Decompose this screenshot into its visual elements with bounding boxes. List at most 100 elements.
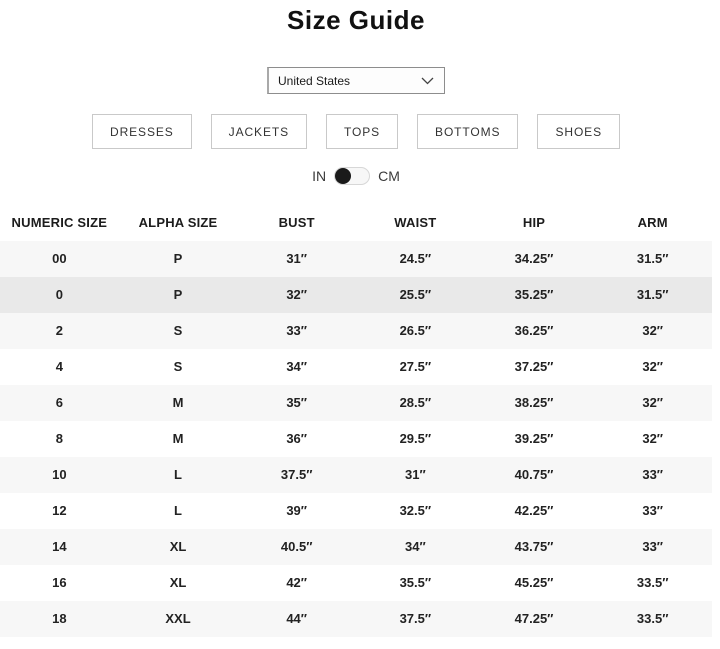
table-row[interactable]: 00P31″24.5″34.25″31.5″: [0, 241, 712, 277]
tab-bottoms[interactable]: BOTTOMS: [417, 114, 518, 149]
chevron-down-icon: [421, 77, 434, 85]
table-cell: 38.25″: [475, 385, 594, 421]
table-cell: 44″: [237, 601, 356, 637]
tab-tops[interactable]: TOPS: [326, 114, 398, 149]
table-cell: 32.5″: [356, 493, 475, 529]
table-cell: 00: [0, 241, 119, 277]
table-cell: 42.25″: [475, 493, 594, 529]
table-cell: 35″: [237, 385, 356, 421]
table-cell: 37.5″: [356, 601, 475, 637]
table-cell: 14: [0, 529, 119, 565]
unit-toggle-row: IN CM: [0, 167, 712, 185]
table-cell: 4: [0, 349, 119, 385]
table-row[interactable]: 6M35″28.5″38.25″32″: [0, 385, 712, 421]
table-cell: P: [119, 241, 238, 277]
table-cell: 10: [0, 457, 119, 493]
table-cell: 32″: [593, 349, 712, 385]
table-row[interactable]: 0P32″25.5″35.25″31.5″: [0, 277, 712, 313]
table-cell: 31″: [237, 241, 356, 277]
table-cell: L: [119, 493, 238, 529]
table-cell: XL: [119, 529, 238, 565]
tab-dresses[interactable]: DRESSES: [92, 114, 192, 149]
table-cell: 31.5″: [593, 277, 712, 313]
table-cell: 29.5″: [356, 421, 475, 457]
table-cell: 33.5″: [593, 601, 712, 637]
country-select[interactable]: United States: [267, 67, 445, 94]
table-cell: 37.25″: [475, 349, 594, 385]
table-cell: 45.25″: [475, 565, 594, 601]
table-cell: 39″: [237, 493, 356, 529]
table-cell: 33″: [593, 457, 712, 493]
table-cell: 34.25″: [475, 241, 594, 277]
table-cell: 40.5″: [237, 529, 356, 565]
table-cell: 33″: [593, 493, 712, 529]
table-cell: P: [119, 277, 238, 313]
table-cell: 33.5″: [593, 565, 712, 601]
table-cell: 39.25″: [475, 421, 594, 457]
table-cell: 12: [0, 493, 119, 529]
table-row[interactable]: 14XL40.5″34″43.75″33″: [0, 529, 712, 565]
table-cell: 35.5″: [356, 565, 475, 601]
page-title: Size Guide: [0, 0, 712, 36]
table-cell: 32″: [593, 385, 712, 421]
table-row[interactable]: 10L37.5″31″40.75″33″: [0, 457, 712, 493]
table-cell: 32″: [237, 277, 356, 313]
country-select-value: United States: [278, 74, 350, 88]
table-cell: 6: [0, 385, 119, 421]
table-cell: 28.5″: [356, 385, 475, 421]
column-header: HIP: [475, 205, 594, 241]
unit-label-cm: CM: [378, 168, 400, 184]
table-cell: 34″: [237, 349, 356, 385]
table-cell: S: [119, 349, 238, 385]
unit-toggle-switch[interactable]: [334, 167, 370, 185]
table-cell: 34″: [356, 529, 475, 565]
table-row[interactable]: 4S34″27.5″37.25″32″: [0, 349, 712, 385]
table-cell: L: [119, 457, 238, 493]
column-header: ALPHA SIZE: [119, 205, 238, 241]
table-body: 00P31″24.5″34.25″31.5″0P32″25.5″35.25″31…: [0, 241, 712, 637]
table-cell: XL: [119, 565, 238, 601]
table-cell: 32″: [593, 313, 712, 349]
size-table: NUMERIC SIZEALPHA SIZEBUSTWAISTHIPARM 00…: [0, 205, 712, 637]
table-cell: 31.5″: [593, 241, 712, 277]
table-cell: S: [119, 313, 238, 349]
table-cell: 40.75″: [475, 457, 594, 493]
table-row[interactable]: 18XXL44″37.5″47.25″33.5″: [0, 601, 712, 637]
table-cell: 33″: [593, 529, 712, 565]
table-cell: 16: [0, 565, 119, 601]
table-cell: 37.5″: [237, 457, 356, 493]
table-row[interactable]: 16XL42″35.5″45.25″33.5″: [0, 565, 712, 601]
table-cell: M: [119, 421, 238, 457]
table-row[interactable]: 12L39″32.5″42.25″33″: [0, 493, 712, 529]
table-cell: 31″: [356, 457, 475, 493]
table-cell: 32″: [593, 421, 712, 457]
tab-jackets[interactable]: JACKETS: [211, 114, 307, 149]
table-cell: 24.5″: [356, 241, 475, 277]
table-cell: 25.5″: [356, 277, 475, 313]
table-cell: XXL: [119, 601, 238, 637]
size-guide-page: Size Guide United States DRESSES JACKETS T…: [0, 0, 712, 637]
table-cell: 2: [0, 313, 119, 349]
column-header: NUMERIC SIZE: [0, 205, 119, 241]
table-cell: M: [119, 385, 238, 421]
table-cell: 36″: [237, 421, 356, 457]
table-row[interactable]: 2S33″26.5″36.25″32″: [0, 313, 712, 349]
column-header: ARM: [593, 205, 712, 241]
table-cell: 26.5″: [356, 313, 475, 349]
table-cell: 36.25″: [475, 313, 594, 349]
table-row[interactable]: 8M36″29.5″39.25″32″: [0, 421, 712, 457]
column-header: BUST: [237, 205, 356, 241]
column-header: WAIST: [356, 205, 475, 241]
country-select-row: United States: [0, 67, 712, 94]
table-cell: 47.25″: [475, 601, 594, 637]
table-header-row: NUMERIC SIZEALPHA SIZEBUSTWAISTHIPARM: [0, 205, 712, 241]
table-cell: 0: [0, 277, 119, 313]
unit-label-in: IN: [312, 168, 326, 184]
category-tabs: DRESSES JACKETS TOPS BOTTOMS SHOES: [0, 114, 712, 149]
table-cell: 27.5″: [356, 349, 475, 385]
tab-shoes[interactable]: SHOES: [537, 114, 620, 149]
table-cell: 8: [0, 421, 119, 457]
toggle-knob-icon: [335, 168, 351, 184]
table-cell: 33″: [237, 313, 356, 349]
table-cell: 42″: [237, 565, 356, 601]
